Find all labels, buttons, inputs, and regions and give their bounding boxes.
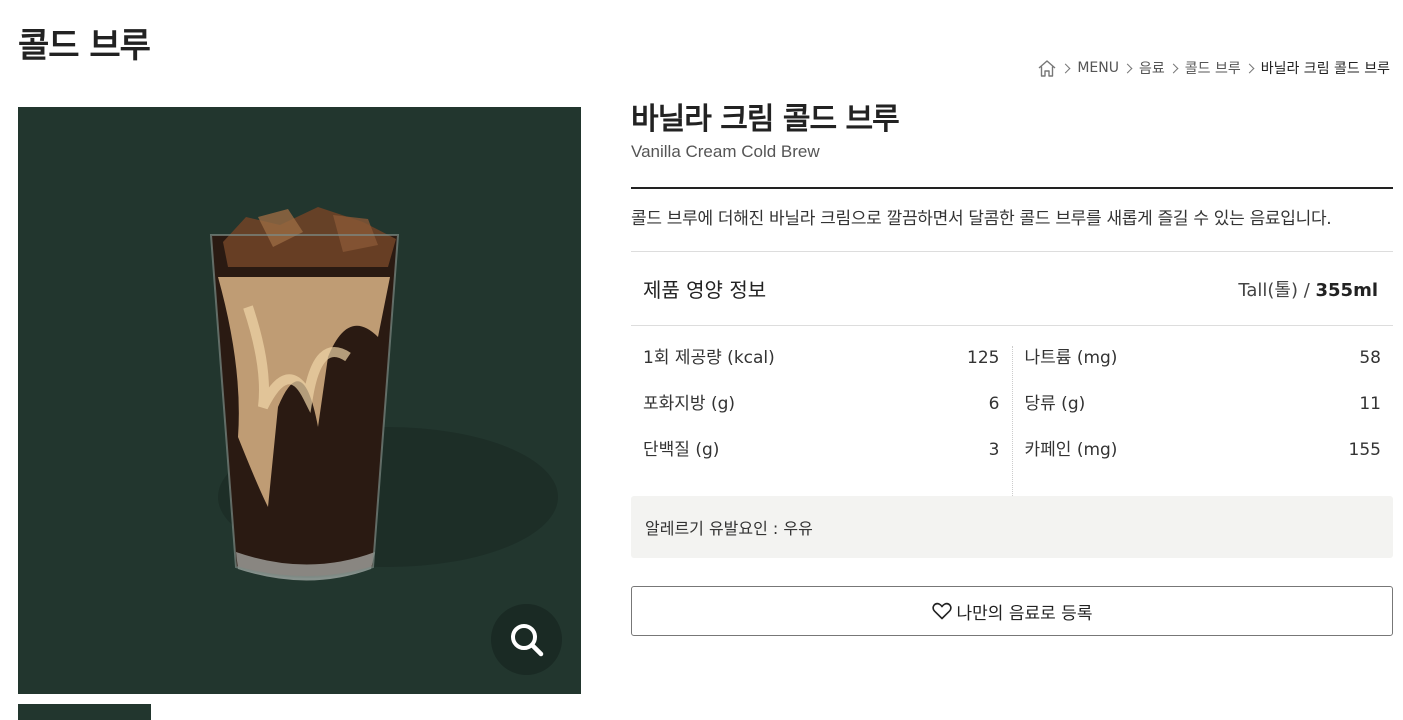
chevron-right-icon [1122, 63, 1133, 73]
nutrition-column-left: 1회 제공량 (kcal) 125 포화지방 (g) 6 단백질 (g) 3 [631, 346, 1013, 496]
heart-icon [931, 602, 952, 620]
nutrition-row: 나트륨 (mg) 58 [1025, 346, 1382, 392]
product-name: 바닐라 크림 콜드 브루 [631, 102, 900, 137]
allergy-info: 알레르기 유발요인 : 우유 [631, 496, 1393, 558]
nutrition-value: 58 [1359, 348, 1381, 368]
chevron-right-icon [1168, 63, 1179, 73]
nutrition-value: 155 [1348, 440, 1381, 460]
size-info: Tall(톨) / 355ml [1238, 276, 1378, 302]
add-favorite-button[interactable]: 나만의 음료로 등록 [631, 586, 1393, 636]
chevron-right-icon [1060, 63, 1071, 73]
nutrition-row: 1회 제공량 (kcal) 125 [643, 346, 1000, 392]
product-description: 콜드 브루에 더해진 바닐라 크림으로 깔끔하면서 달콤한 콜드 브루를 새롭게… [631, 189, 1393, 252]
cold-brew-glass-illustration [209, 207, 558, 581]
breadcrumb-cold-brew[interactable]: 콜드 브루 [1185, 58, 1241, 78]
nutrition-value: 11 [1359, 394, 1381, 414]
nutrition-label: 단백질 (g) [643, 440, 720, 460]
home-icon[interactable] [1037, 59, 1057, 78]
nutrition-value: 3 [988, 440, 1000, 460]
nutrition-row: 포화지방 (g) 6 [643, 392, 1000, 438]
zoom-button[interactable] [491, 604, 562, 675]
nutrition-label: 포화지방 (g) [643, 394, 736, 414]
breadcrumb-beverage[interactable]: 음료 [1139, 58, 1165, 78]
product-info: 바닐라 크림 콜드 브루 Vanilla Cream Cold Brew 콜드 … [631, 100, 1393, 636]
breadcrumb-menu[interactable]: MENU [1077, 60, 1119, 76]
nutrition-label: 나트륨 (mg) [1024, 348, 1118, 368]
nutrition-label: 당류 (g) [1024, 394, 1086, 414]
nutrition-row: 당류 (g) 11 [1025, 392, 1382, 438]
breadcrumb: MENU 음료 콜드 브루 바닐라 크림 콜드 브루 [1037, 58, 1390, 78]
nutrition-label: 1회 제공량 (kcal) [643, 348, 775, 368]
nutrition-header: 제품 영양 정보 Tall(톨) / 355ml [631, 252, 1393, 326]
page-title: 콜드 브루 [18, 26, 151, 66]
size-label: Tall(톨) / [1238, 279, 1316, 301]
product-name-english: Vanilla Cream Cold Brew [631, 142, 820, 161]
product-image [18, 107, 581, 694]
breadcrumb-current: 바닐라 크림 콜드 브루 [1260, 61, 1390, 77]
nutrition-label: 카페인 (mg) [1024, 440, 1118, 460]
nutrition-title: 제품 영양 정보 [643, 278, 767, 302]
thumbnail[interactable] [18, 704, 151, 720]
nutrition-table: 1회 제공량 (kcal) 125 포화지방 (g) 6 단백질 (g) 3 나트륨 … [631, 326, 1393, 496]
nutrition-row: 카페인 (mg) 155 [1025, 438, 1382, 484]
nutrition-value: 125 [967, 348, 1000, 368]
size-volume: 355ml [1315, 279, 1379, 301]
nutrition-value: 6 [988, 394, 1000, 414]
chevron-right-icon [1244, 63, 1255, 73]
nutrition-column-right: 나트륨 (mg) 58 당류 (g) 11 카페인 (mg) 155 [1013, 346, 1394, 496]
magnifier-icon [510, 623, 543, 656]
nutrition-row: 단백질 (g) 3 [643, 438, 1000, 484]
add-favorite-label: 나만의 음료로 등록 [956, 603, 1093, 624]
